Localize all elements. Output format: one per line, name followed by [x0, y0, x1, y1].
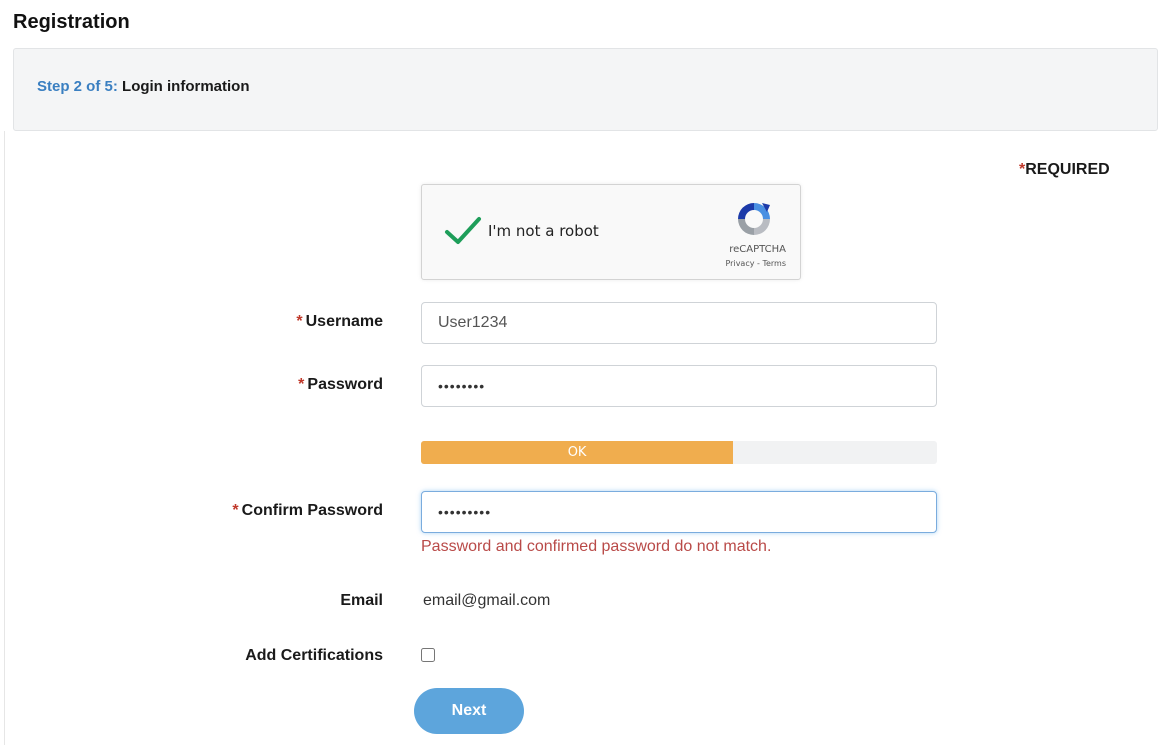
captcha-label: I'm not a robot: [488, 222, 599, 240]
password-label: * Password: [298, 376, 383, 394]
step-header-panel: Step 2 of 5: Login information: [13, 48, 1158, 131]
check-mark-icon[interactable]: [444, 215, 482, 247]
password-input[interactable]: [421, 365, 937, 407]
next-button[interactable]: Next: [414, 688, 524, 734]
add-certifications-checkbox[interactable]: [421, 648, 435, 662]
recaptcha-privacy-terms-links[interactable]: Privacy - Terms: [726, 259, 787, 268]
confirm-password-label-text: Confirm Password: [241, 502, 383, 519]
step-name: Login information: [122, 78, 250, 95]
password-strength-meter: OK: [421, 441, 937, 464]
password-mismatch-error: Password and confirmed password do not m…: [421, 538, 772, 555]
email-label: Email: [340, 592, 383, 610]
username-input[interactable]: [421, 302, 937, 344]
required-note: *REQUIRED: [1019, 161, 1110, 179]
confirm-password-label: * Confirm Password: [232, 502, 383, 520]
username-label: * Username: [296, 313, 383, 331]
password-label-text: Password: [307, 376, 383, 393]
step-progress: Step 2 of 5:: [37, 78, 118, 95]
email-label-text: Email: [340, 592, 383, 609]
confirm-password-input[interactable]: [421, 491, 937, 533]
required-text: REQUIRED: [1025, 161, 1110, 178]
password-strength-bar: OK: [421, 441, 734, 464]
required-star: *: [232, 502, 239, 519]
username-label-text: Username: [305, 313, 383, 330]
left-divider: [4, 131, 5, 745]
required-star: *: [296, 313, 303, 330]
recaptcha-widget[interactable]: I'm not a robot reCAPTCHA Privacy - Term…: [421, 184, 801, 280]
add-certifications-label: Add Certifications: [245, 647, 383, 665]
page-title: Registration: [13, 11, 130, 33]
required-star: *: [298, 376, 305, 393]
recaptcha-brand: reCAPTCHA: [729, 244, 786, 255]
add-certifications-label-text: Add Certifications: [245, 647, 383, 664]
recaptcha-logo-icon: [738, 203, 770, 235]
step-indicator: Step 2 of 5: Login information: [37, 78, 250, 95]
email-value: email@gmail.com: [423, 592, 551, 609]
